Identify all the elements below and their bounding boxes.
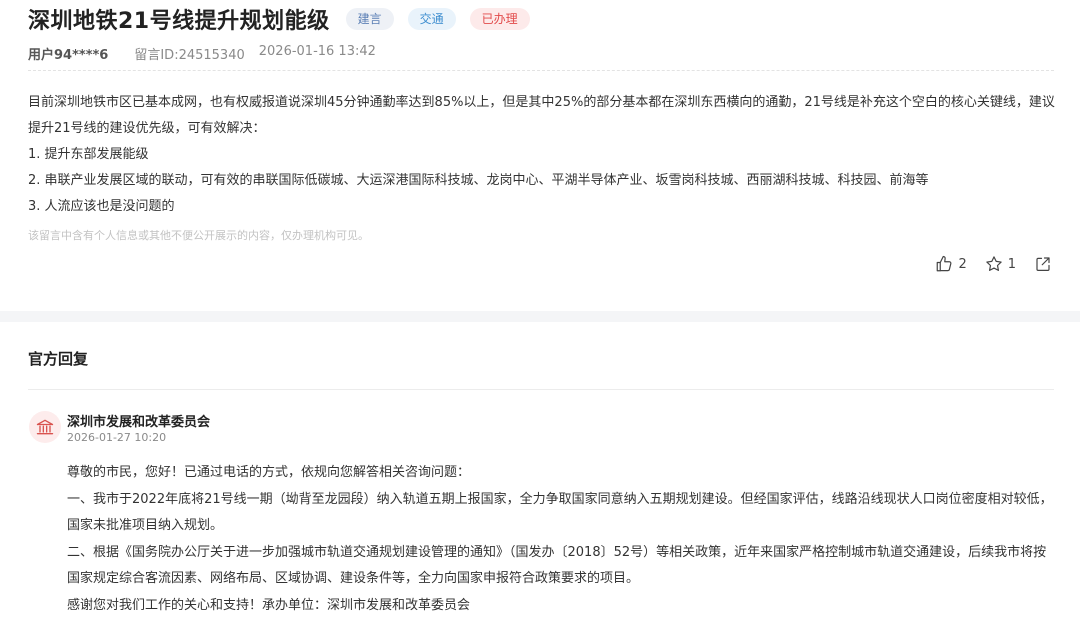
reply-body: 尊敬的市民，您好！已通过电话的方式，依规向您解答相关咨询问题： 一、我市于202… [67,460,1057,619]
page-title: 深圳地铁21号线提升规划能级 [28,9,330,34]
star-icon [985,256,1002,271]
user-name: 用户94****6 [28,48,109,63]
share-icon [1036,257,1050,271]
body-paragraph: 目前深圳地铁市区已基本成网，也有权威报道说深圳45分钟通勤率达到85%以上，但是… [28,95,1055,136]
reply-date: 2026-01-27 10:20 [67,431,167,444]
message-card: 深圳地铁21号线提升规划能级 建言 交通 已办理 用户94****6 留言ID:… [0,0,1080,311]
status-badge: 已办理 [469,8,530,30]
org-name: 深圳市发展和改革委员会 [67,415,211,430]
message-date: 2026-01-16 13:42 [258,44,376,59]
message-meta: 用户94****6 留言ID:24515340 2026-01-16 13:42 [28,44,402,63]
favorite-button[interactable]: 1 [985,255,1016,273]
divider [28,389,1054,390]
body-point-1: 1. 提升东部发展能级 [28,147,149,162]
reply-paragraph-2: 二、根据《国务院办公厅关于进一步加强城市轨道交通规划建设管理的通知》（国发办〔2… [67,544,1047,587]
reply-paragraph-1: 一、我市于2022年底将21号线一期（坳背至龙园段）纳入轨道五期上报国家，全力争… [67,491,1053,534]
avatar [29,411,61,443]
body-point-3: 3. 人流应该也是没问题的 [28,199,175,214]
divider [28,70,1054,71]
official-reply-card: 官方回复 深圳市发展和改革委员会 2026-01-27 10:20 尊敬的市民，… [0,322,1080,620]
favorite-count: 1 [1007,256,1016,272]
government-building-icon [36,419,54,435]
like-button[interactable]: 2 [935,255,967,273]
reply-closing: 感谢您对我们工作的关心和支持！承办单位：深圳市发展和改革委员会 [67,597,471,613]
privacy-hint: 该留言中含有个人信息或其他不便公开展示的内容，仅办理机构可见。 [28,229,369,242]
body-point-2: 2. 串联产业发展区域的联动，可有效的串联国际低碳城、大运深港国际科技城、龙岗中… [28,173,929,188]
like-count: 2 [958,256,967,272]
action-bar: 2 1 [917,255,1052,273]
message-id: 留言ID:24515340 [134,48,245,63]
tag-traffic[interactable]: 交通 [407,8,456,30]
section-title: 官方回复 [28,350,89,368]
tag-suggestion[interactable]: 建言 [345,8,394,30]
title-row: 深圳地铁21号线提升规划能级 建言 交通 已办理 [28,2,530,36]
thumbs-up-icon [937,255,952,272]
reply-greeting: 尊敬的市民，您好！已通过电话的方式，依规向您解答相关咨询问题： [67,465,471,480]
message-body: 目前深圳地铁市区已基本成网，也有权威报道说深圳45分钟通勤率达到85%以上，但是… [28,90,1058,220]
share-button[interactable] [1034,255,1052,273]
